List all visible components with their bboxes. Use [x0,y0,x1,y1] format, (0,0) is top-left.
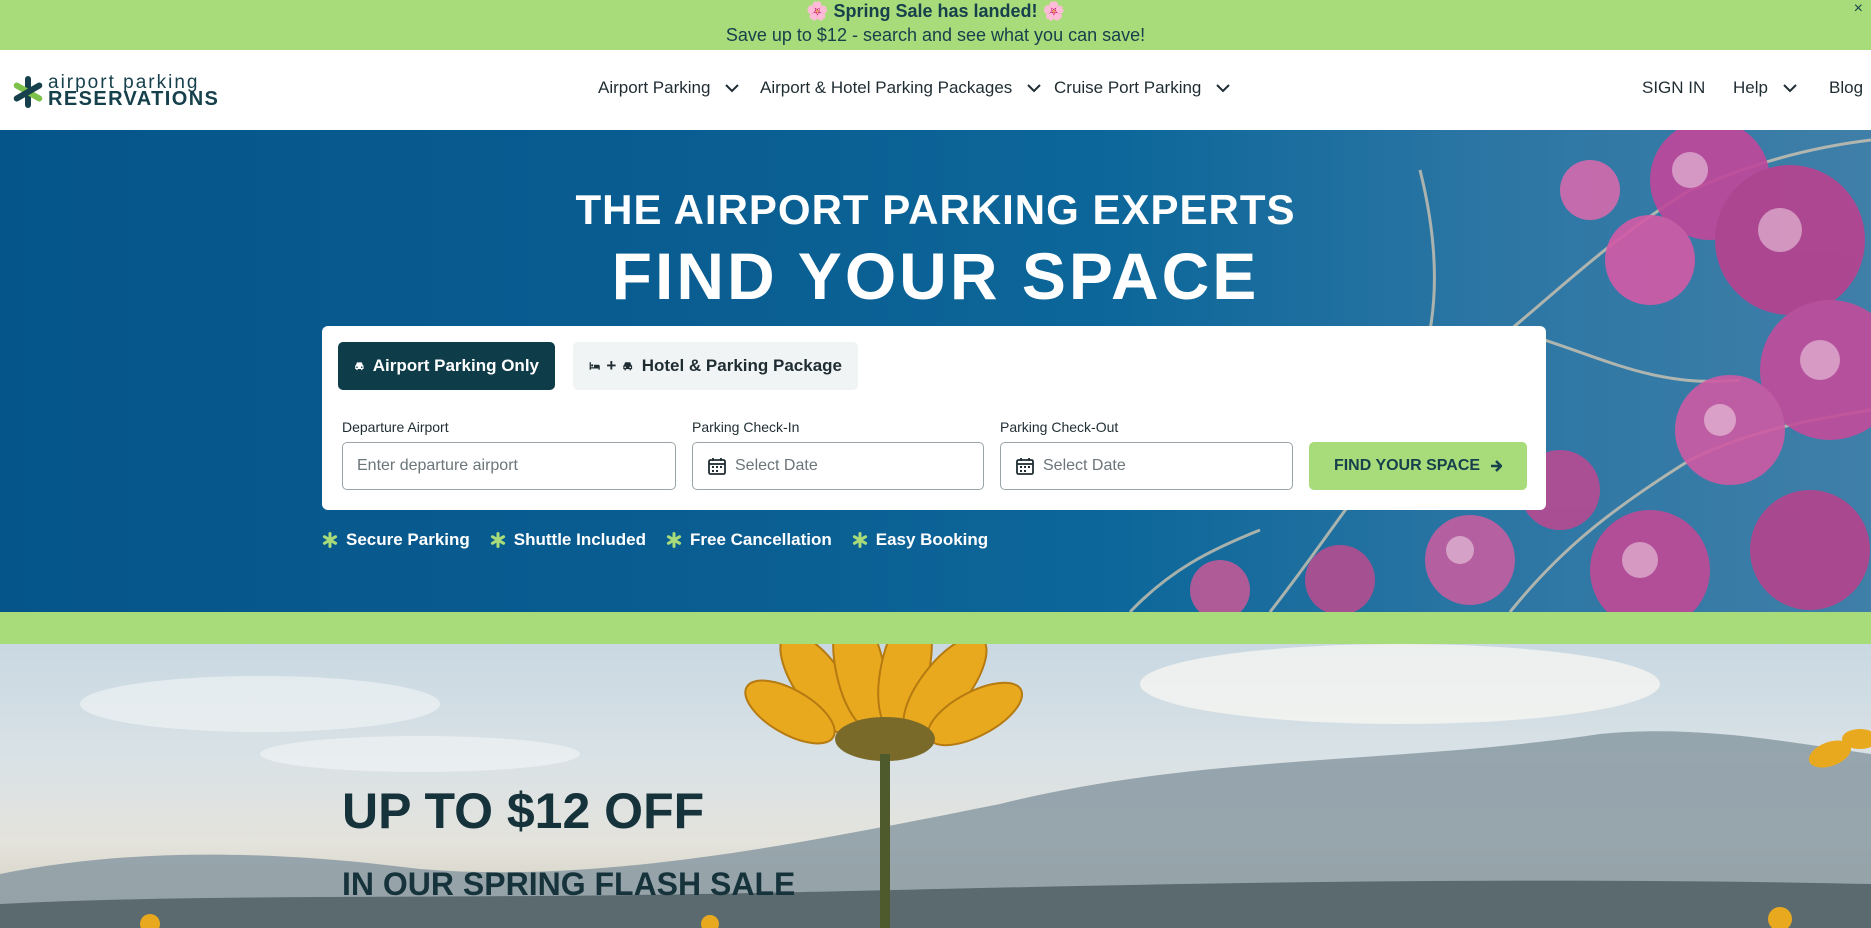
logo-text-bottom: RESERVATIONS [48,88,220,110]
asterisk-icon [490,532,505,548]
blog-link[interactable]: Blog [1829,78,1863,98]
bed-icon [589,362,600,370]
departure-airport-input[interactable]: Enter departure airport [342,442,676,490]
tab-hotel-parking-package[interactable]: + Hotel & Parking Package [573,342,858,390]
feature-label: Easy Booking [875,530,989,549]
asterisk-icon [322,532,338,548]
sale-title: UP TO $12 OFF [342,783,705,839]
asterisk-icon [852,532,867,548]
close-icon[interactable]: × [1854,0,1863,18]
find-your-space-button[interactable]: FIND YOUR SPACE [1309,442,1527,490]
flower-landscape-image [0,644,1871,928]
asterisk-icon [666,532,682,548]
nav-cruise-port-parking-label: Cruise Port Parking [1054,78,1202,97]
nav-hotel-packages[interactable]: Airport & Hotel Parking Packages [760,78,1041,98]
car-icon [623,362,633,371]
divider-strip [0,612,1871,644]
logo[interactable]: airport parking RESERVATIONS [12,72,220,110]
feature-label: Free Cancellation [690,530,832,549]
check-out-date-input[interactable]: Select Date [1000,442,1293,490]
check-in-date-input[interactable]: Select Date [692,442,984,490]
arrow-right-icon [1491,460,1503,472]
chevron-down-icon [725,84,739,93]
feature-label: Shuttle Included [513,530,647,549]
feature-item: Shuttle Included [490,530,646,550]
feature-item: Secure Parking [322,530,470,550]
chevron-down-icon [1216,84,1230,93]
calendar-icon [708,458,726,475]
nav-airport-parking[interactable]: Airport Parking [598,78,739,98]
sale-subtitle: IN OUR SPRING FLASH SALE [342,866,796,902]
asterisk-logo-icon [13,76,43,108]
feature-label: Secure Parking [346,530,470,549]
departure-airport-label: Departure Airport [342,419,449,435]
feature-list: Secure Parking Shuttle Included Free Can… [322,528,1008,552]
promo-title-text: Spring Sale has landed! [833,1,1038,21]
feature-item: Easy Booking [852,530,988,550]
departure-airport-placeholder: Enter departure airport [357,457,518,474]
nav-cruise-port-parking[interactable]: Cruise Port Parking [1054,78,1230,98]
hero-title: FIND YOUR SPACE [611,239,1260,313]
blossom-icon: 🌸 [806,1,829,21]
chevron-down-icon [1027,84,1041,93]
hero-kicker: THE AIRPORT PARKING EXPERTS [575,186,1296,233]
plus-sign: + [606,356,617,375]
feature-item: Free Cancellation [666,530,832,550]
check-in-placeholder: Select Date [735,457,818,474]
nav-hotel-packages-label: Airport & Hotel Parking Packages [760,78,1013,97]
nav-airport-parking-label: Airport Parking [598,78,711,97]
nav-help[interactable]: Help [1733,78,1797,98]
car-icon [355,362,364,371]
tab-airport-parking-only-label: Airport Parking Only [372,356,539,375]
promo-banner: 🌸 Spring Sale has landed! 🌸 Save up to $… [0,0,1871,50]
calendar-icon [1016,458,1034,475]
find-your-space-label: FIND YOUR SPACE [1333,457,1481,474]
site-header: airport parking RESERVATIONS Airport Par… [0,50,1871,130]
sign-in-link[interactable]: SIGN IN [1642,78,1705,98]
promo-title: 🌸 Spring Sale has landed! 🌸 [0,1,1871,22]
chevron-down-icon [1782,84,1797,93]
promo-subtitle: Save up to $12 - search and see what you… [725,25,1146,45]
hero-section: THE AIRPORT PARKING EXPERTS FIND YOUR SP… [0,130,1871,612]
tab-airport-parking-only[interactable]: Airport Parking Only [338,342,555,390]
tab-hotel-parking-package-label: Hotel & Parking Package [641,356,842,375]
check-out-label: Parking Check-Out [1000,419,1119,435]
check-out-placeholder: Select Date [1043,457,1126,474]
sale-section: UP TO $12 OFF IN OUR SPRING FLASH SALE [0,644,1871,928]
check-in-label: Parking Check-In [692,419,800,435]
nav-help-label: Help [1733,78,1768,97]
blossom-icon: 🌸 [1042,1,1065,21]
search-card: Airport Parking Only + Hotel & Parking P… [322,326,1546,510]
